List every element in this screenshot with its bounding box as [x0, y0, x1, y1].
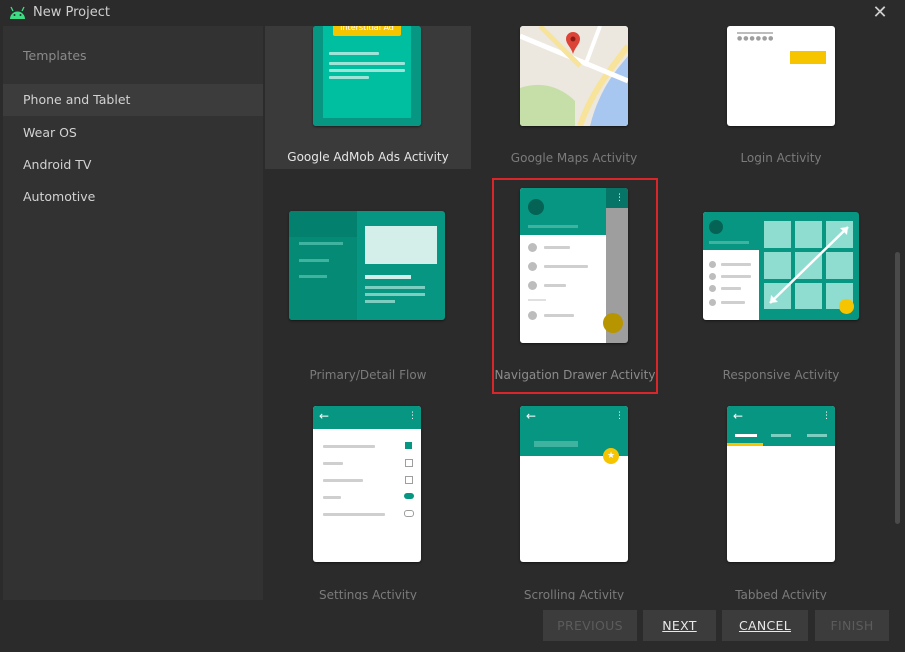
template-label: Navigation Drawer Activity — [494, 368, 656, 382]
template-navigation-drawer-activity[interactable]: ⋮ Navigation Drawer Activity — [492, 178, 658, 394]
template-label: Primary/Detail Flow — [309, 368, 427, 382]
admob-preview: Interstitial Ad — [313, 26, 421, 126]
template-gallery: Interstitial Ad Google AdMob Ads Activit… — [263, 26, 893, 600]
button-bar: PREVIOUS NEXT CANCEL FINISH — [0, 600, 905, 652]
window-title: New Project — [33, 5, 110, 20]
overflow-menu-icon: ⋮ — [408, 411, 417, 421]
scrollbar-thumb[interactable] — [895, 252, 900, 524]
new-project-window: New Project ✕ Templates Phone and Tablet… — [0, 0, 905, 652]
scrolling-preview: ← ⋮ ★ — [520, 406, 628, 562]
sidebar-item-phone-and-tablet[interactable]: Phone and Tablet — [3, 84, 263, 116]
previous-button[interactable]: PREVIOUS — [543, 610, 637, 641]
overflow-menu-icon: ⋮ — [615, 193, 624, 203]
star-icon: ★ — [603, 448, 619, 464]
next-button[interactable]: NEXT — [643, 610, 716, 641]
template-label: Login Activity — [740, 151, 822, 165]
map-pin-icon — [566, 32, 580, 54]
template-label: Tabbed Activity — [735, 588, 827, 600]
login-preview: ●●●●●● — [727, 26, 835, 126]
template-label: Scrolling Activity — [523, 588, 625, 600]
template-label: Google AdMob Ads Activity — [287, 150, 449, 164]
close-icon[interactable]: ✕ — [868, 1, 892, 25]
overflow-menu-icon: ⋮ — [822, 411, 831, 421]
template-login-activity[interactable]: ●●●●●● Login Activity — [677, 26, 885, 169]
gallery-scrollbar[interactable] — [893, 26, 903, 600]
title-bar: New Project ✕ — [0, 0, 905, 26]
tabbed-preview: ← ⋮ — [727, 406, 835, 562]
responsive-preview — [703, 212, 859, 320]
template-label: Settings Activity — [319, 588, 417, 600]
android-icon — [10, 6, 25, 19]
sidebar-item-android-tv[interactable]: Android TV — [3, 149, 263, 181]
maps-preview — [520, 26, 628, 126]
back-arrow-icon: ← — [526, 409, 537, 423]
template-scrolling-activity[interactable]: ← ⋮ ★ Scrolling Activity — [471, 402, 677, 600]
templates-header: Templates — [23, 48, 87, 63]
template-tabbed-activity[interactable]: ← ⋮ Tabbed Activity — [677, 402, 885, 600]
finish-button[interactable]: FINISH — [815, 610, 889, 641]
back-arrow-icon: ← — [319, 409, 330, 423]
template-settings-activity[interactable]: ← ⋮ Settings Activity — [265, 402, 471, 600]
settings-preview: ← ⋮ — [313, 406, 421, 562]
interstitial-ad-badge: Interstitial Ad — [333, 26, 401, 36]
template-category-sidebar: Templates Phone and Tablet Wear OS Andro… — [3, 26, 263, 600]
template-admob-ads-activity[interactable]: Interstitial Ad Google AdMob Ads Activit… — [265, 26, 471, 169]
back-arrow-icon: ← — [733, 409, 744, 423]
navigation-drawer-preview: ⋮ — [520, 188, 628, 343]
sidebar-item-automotive[interactable]: Automotive — [3, 181, 263, 213]
template-label: Google Maps Activity — [510, 151, 638, 165]
overflow-menu-icon: ⋮ — [615, 411, 624, 421]
primary-detail-preview — [289, 211, 445, 320]
grid-illustration — [764, 221, 853, 309]
sidebar-item-wear-os[interactable]: Wear OS — [3, 117, 263, 149]
template-responsive-activity[interactable]: Responsive Activity — [677, 184, 885, 389]
template-label: Responsive Activity — [722, 368, 840, 382]
template-primary-detail-flow[interactable]: Primary/Detail Flow — [265, 184, 471, 389]
template-google-maps-activity[interactable]: Google Maps Activity — [471, 26, 677, 169]
cancel-button[interactable]: CANCEL — [722, 610, 808, 641]
